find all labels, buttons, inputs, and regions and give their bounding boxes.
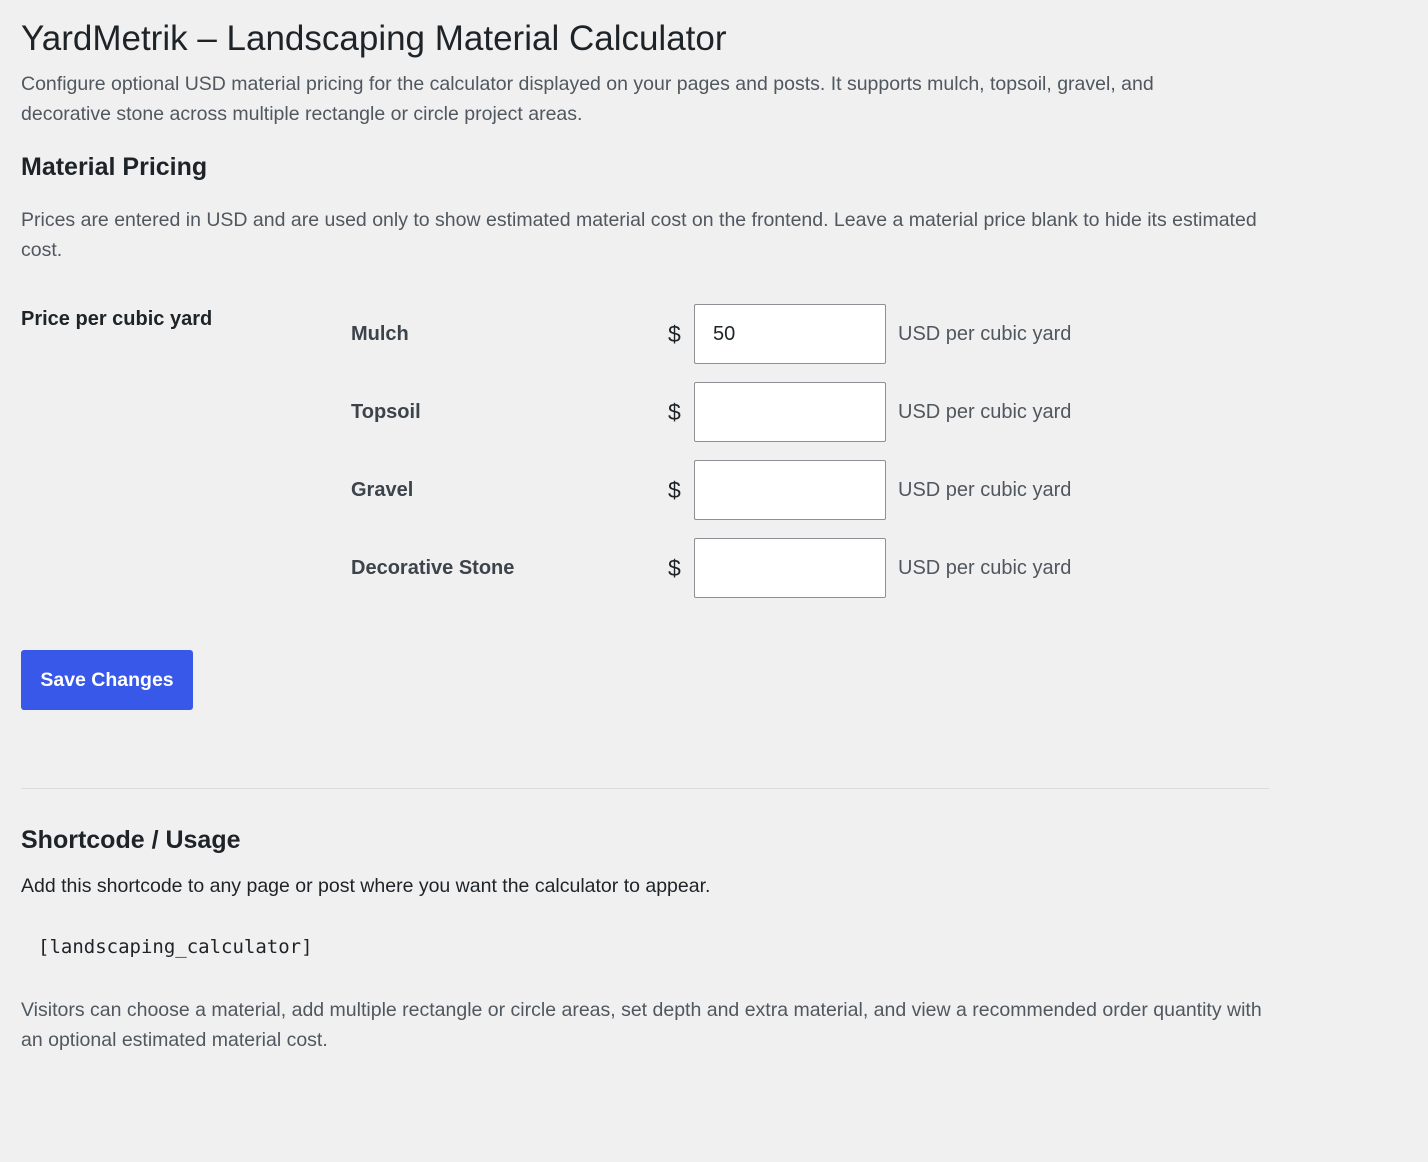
- decorative-stone-price-input[interactable]: [694, 538, 886, 598]
- gravel-price-input[interactable]: [694, 460, 886, 520]
- material-row-mulch: Mulch $ USD per cubic yard: [351, 304, 1151, 364]
- page-title: YardMetrik – Landscaping Material Calcul…: [21, 19, 727, 58]
- currency-symbol: $: [668, 477, 681, 503]
- unit-label: USD per cubic yard: [898, 323, 1072, 345]
- material-row-decorative-stone: Decorative Stone $ USD per cubic yard: [351, 538, 1151, 598]
- page-description: Configure optional USD material pricing …: [21, 73, 1154, 125]
- shortcode-usage-heading: Shortcode / Usage: [21, 826, 241, 854]
- shortcode-text: [landscaping_calculator]: [38, 936, 313, 958]
- material-row-topsoil: Topsoil $ USD per cubic yard: [351, 382, 1151, 442]
- material-label-topsoil: Topsoil: [351, 401, 421, 423]
- visitors-description: Visitors can choose a material, add mult…: [21, 999, 1262, 1051]
- material-pricing-heading: Material Pricing: [21, 153, 208, 181]
- material-label-gravel: Gravel: [351, 479, 414, 501]
- material-label-decorative-stone: Decorative Stone: [351, 557, 515, 579]
- unit-label: USD per cubic yard: [898, 557, 1072, 579]
- unit-label: USD per cubic yard: [898, 401, 1072, 423]
- settings-page: YardMetrik – Landscaping Material Calcul…: [0, 0, 1428, 1162]
- currency-symbol: $: [668, 399, 681, 425]
- mulch-price-input[interactable]: [694, 304, 886, 364]
- material-row-gravel: Gravel $ USD per cubic yard: [351, 460, 1151, 520]
- currency-symbol: $: [668, 321, 681, 347]
- usage-description: Add this shortcode to any page or post w…: [21, 875, 711, 897]
- currency-symbol: $: [668, 555, 681, 581]
- material-label-mulch: Mulch: [351, 323, 409, 345]
- save-changes-button[interactable]: Save Changes: [21, 650, 193, 710]
- topsoil-price-input[interactable]: [694, 382, 886, 442]
- section-divider: [21, 788, 1269, 789]
- pricing-description: Prices are entered in USD and are used o…: [21, 209, 1257, 261]
- price-per-cubic-yard-label: Price per cubic yard: [21, 308, 213, 330]
- unit-label: USD per cubic yard: [898, 479, 1072, 501]
